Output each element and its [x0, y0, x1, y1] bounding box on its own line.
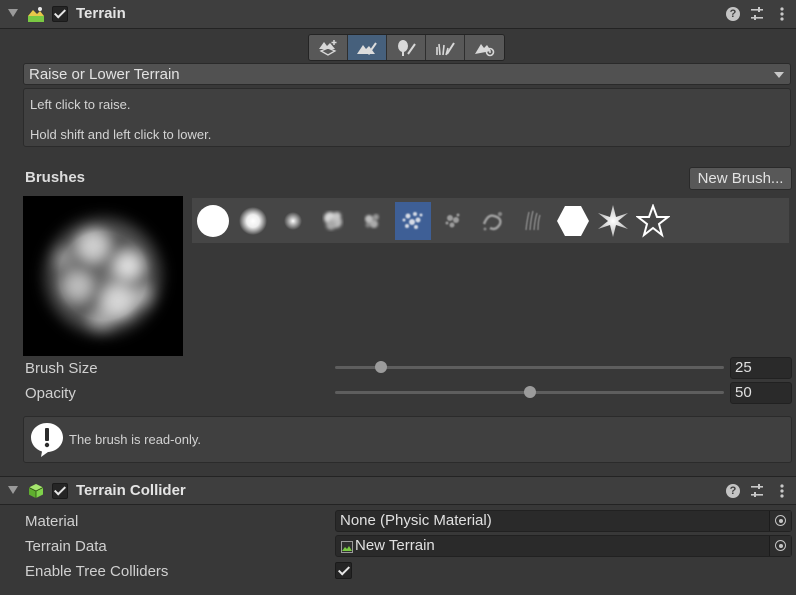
terrain-data-field[interactable]: New Terrain — [335, 535, 792, 557]
brush-noise-icon — [365, 214, 379, 228]
info-message-text: The brush is read-only. — [69, 432, 201, 447]
paint-details-button[interactable] — [426, 35, 465, 60]
brush-item[interactable] — [515, 202, 551, 240]
brush-soft-circle-icon — [239, 207, 267, 235]
brush-palette — [192, 198, 789, 243]
collider-enabled-checkbox[interactable] — [52, 483, 68, 499]
object-picker-icon[interactable] — [769, 511, 791, 531]
opacity-slider-thumb[interactable] — [523, 386, 536, 398]
create-neighbor-terrains-icon — [319, 39, 337, 56]
tool-description-box: Left click to raise. Hold shift and left… — [23, 88, 791, 147]
tree-colliders-label: Enable Tree Colliders — [25, 563, 169, 580]
brush-item[interactable] — [435, 202, 471, 240]
info-message-icon — [31, 423, 63, 457]
brush-item[interactable] — [195, 202, 231, 240]
collider-cube-icon — [28, 484, 44, 498]
terrain-enabled-checkbox[interactable] — [52, 6, 68, 22]
brushes-section-label: Brushes — [25, 169, 86, 186]
description-line-1: Left click to raise. — [30, 97, 131, 112]
brush-splatter-icon — [445, 213, 460, 228]
brush-hard-circle-icon — [197, 205, 229, 237]
presets-icon[interactable] — [749, 6, 765, 22]
brush-item[interactable] — [315, 202, 351, 240]
foldout-arrow-icon[interactable] — [8, 486, 18, 494]
context-menu-icon[interactable] — [775, 6, 789, 22]
brush-item[interactable] — [355, 202, 391, 240]
terrain-settings-icon — [474, 43, 494, 56]
brush-item[interactable] — [275, 202, 311, 240]
terrain-component-header[interactable]: Terrain ? — [0, 0, 796, 29]
material-label: Material — [25, 513, 79, 530]
context-menu-icon[interactable] — [775, 483, 789, 499]
brush-scatter-icon — [402, 212, 423, 229]
brush-item[interactable] — [475, 202, 511, 240]
brush-item[interactable] — [635, 202, 671, 240]
brush-item[interactable] — [555, 202, 591, 240]
brush-hexagon-icon — [557, 206, 589, 236]
brush-item-selected[interactable] — [395, 202, 431, 240]
material-value: None (Physic Material) — [340, 512, 492, 529]
terrain-tool-toolbar — [308, 34, 505, 61]
help-icon[interactable]: ? — [726, 484, 740, 498]
terrain-data-asset-icon — [341, 541, 353, 553]
brush-grass-icon — [525, 210, 541, 231]
brush-small-soft-icon — [284, 212, 302, 230]
brush-item[interactable] — [595, 202, 631, 240]
terrain-data-label: Terrain Data — [25, 538, 107, 555]
brush-cloud-icon — [324, 212, 342, 230]
read-only-info-box: The brush is read-only. — [23, 416, 792, 463]
paint-terrain-button[interactable] — [348, 35, 387, 60]
presets-icon[interactable] — [749, 483, 765, 499]
new-brush-button[interactable]: New Brush... — [689, 167, 792, 190]
paint-trees-button[interactable] — [387, 35, 426, 60]
terrain-data-value: New Terrain — [355, 537, 435, 554]
brush-preview-image — [41, 214, 165, 338]
paint-details-icon — [436, 41, 455, 55]
material-field[interactable]: None (Physic Material) — [335, 510, 792, 532]
create-neighbor-terrains-button[interactable] — [309, 35, 348, 60]
paint-trees-icon — [398, 39, 416, 56]
tool-mode-label: Raise or Lower Terrain — [29, 66, 180, 83]
brush-ring-icon — [482, 212, 502, 231]
brush-preview — [23, 196, 183, 356]
terrain-collider-header[interactable]: Terrain Collider ? — [0, 476, 796, 505]
object-picker-icon[interactable] — [769, 536, 791, 556]
component-title: Terrain Collider — [76, 482, 186, 499]
tree-colliders-checkbox[interactable] — [335, 562, 352, 579]
paint-terrain-icon — [357, 41, 377, 55]
opacity-field[interactable]: 50 — [730, 382, 792, 404]
brush-size-slider-thumb[interactable] — [374, 361, 387, 373]
brush-size-slider[interactable] — [335, 361, 724, 373]
foldout-arrow-icon[interactable] — [8, 9, 18, 17]
terrain-component-icon — [28, 7, 44, 22]
opacity-label: Opacity — [25, 385, 76, 402]
opacity-slider[interactable] — [335, 386, 724, 398]
brush-item[interactable] — [235, 202, 271, 240]
help-icon[interactable]: ? — [726, 7, 740, 21]
component-title: Terrain — [76, 5, 126, 22]
brush-starburst-icon — [598, 205, 628, 237]
dropdown-arrow-icon — [774, 72, 784, 78]
brush-size-field[interactable]: 25 — [730, 357, 792, 379]
terrain-settings-button[interactable] — [465, 35, 504, 60]
description-line-2: Hold shift and left click to lower. — [30, 127, 212, 142]
brush-star-outline-icon — [636, 204, 670, 238]
brush-size-label: Brush Size — [25, 360, 98, 377]
tool-mode-dropdown[interactable]: Raise or Lower Terrain — [23, 63, 791, 85]
